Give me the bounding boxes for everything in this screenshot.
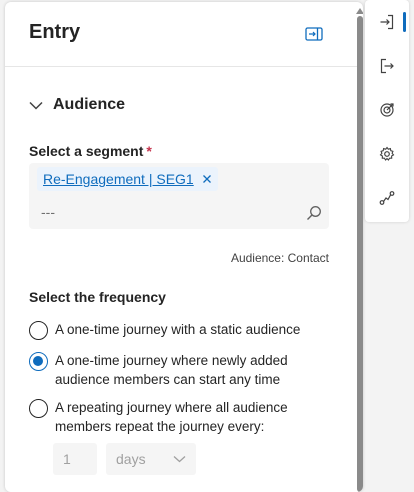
radio-button[interactable] (29, 399, 48, 418)
radio-label: A repeating journey where all audience m… (55, 400, 288, 434)
radio-selected-dot (33, 356, 43, 366)
chevron-down-icon (29, 101, 43, 110)
panel-collapse-icon (305, 27, 323, 41)
repeat-interval-input[interactable] (53, 443, 97, 475)
settings-icon (379, 146, 395, 161)
segment-search-input[interactable] (39, 203, 283, 221)
scroll-up-arrow-icon[interactable] (356, 8, 363, 14)
segment-picker[interactable]: Re-Engagement | SEG1 (29, 163, 329, 229)
rail-exit-button[interactable] (377, 56, 397, 76)
segment-field-label: Select a segment * (29, 143, 152, 159)
required-marker: * (146, 143, 152, 159)
repeat-unit-dropdown[interactable]: days (106, 443, 196, 475)
radio-repeating[interactable]: A repeating journey where all audience m… (29, 398, 323, 436)
panel-title: Entry (29, 21, 81, 43)
goal-icon (380, 103, 394, 117)
segment-tag[interactable]: Re-Engagement | SEG1 (37, 167, 218, 191)
radio-static-audience[interactable]: A one-time journey with a static audienc… (29, 320, 323, 340)
entry-icon (380, 14, 394, 30)
collapse-panel-button[interactable] (303, 24, 325, 44)
chevron-down-icon (173, 456, 186, 463)
radio-button-selected[interactable] (29, 352, 48, 371)
section-title: Audience (53, 96, 126, 113)
radio-newly-added[interactable]: A one-time journey where newly added aud… (29, 351, 323, 389)
radio-label: A one-time journey where newly added aud… (55, 353, 288, 387)
audience-section-toggle[interactable]: Audience (29, 96, 125, 114)
side-rail (365, 0, 409, 222)
audience-note: Audience: Contact (230, 251, 329, 265)
segment-tag-label[interactable]: Re-Engagement | SEG1 (43, 171, 194, 187)
search-icon[interactable] (306, 205, 322, 221)
scrollbar-thumb[interactable] (357, 16, 363, 492)
exit-icon (380, 58, 394, 74)
close-icon[interactable] (202, 174, 212, 184)
segment-label-text: Select a segment (29, 143, 144, 159)
rail-flow-button[interactable] (377, 188, 397, 208)
frequency-label: Select the frequency (29, 289, 166, 305)
radio-label: A one-time journey with a static audienc… (55, 322, 301, 337)
rail-active-indicator (403, 12, 406, 32)
repeat-unit-label: days (116, 451, 146, 467)
entry-panel: Entry Audience Select a segment * Re-Enga… (5, 2, 363, 492)
panel-header: Entry (5, 2, 363, 67)
rail-entry-button[interactable] (377, 12, 397, 32)
rail-settings-button[interactable] (377, 144, 397, 164)
radio-button[interactable] (29, 321, 48, 340)
rail-goal-button[interactable] (377, 100, 397, 120)
flow-icon (379, 191, 395, 205)
